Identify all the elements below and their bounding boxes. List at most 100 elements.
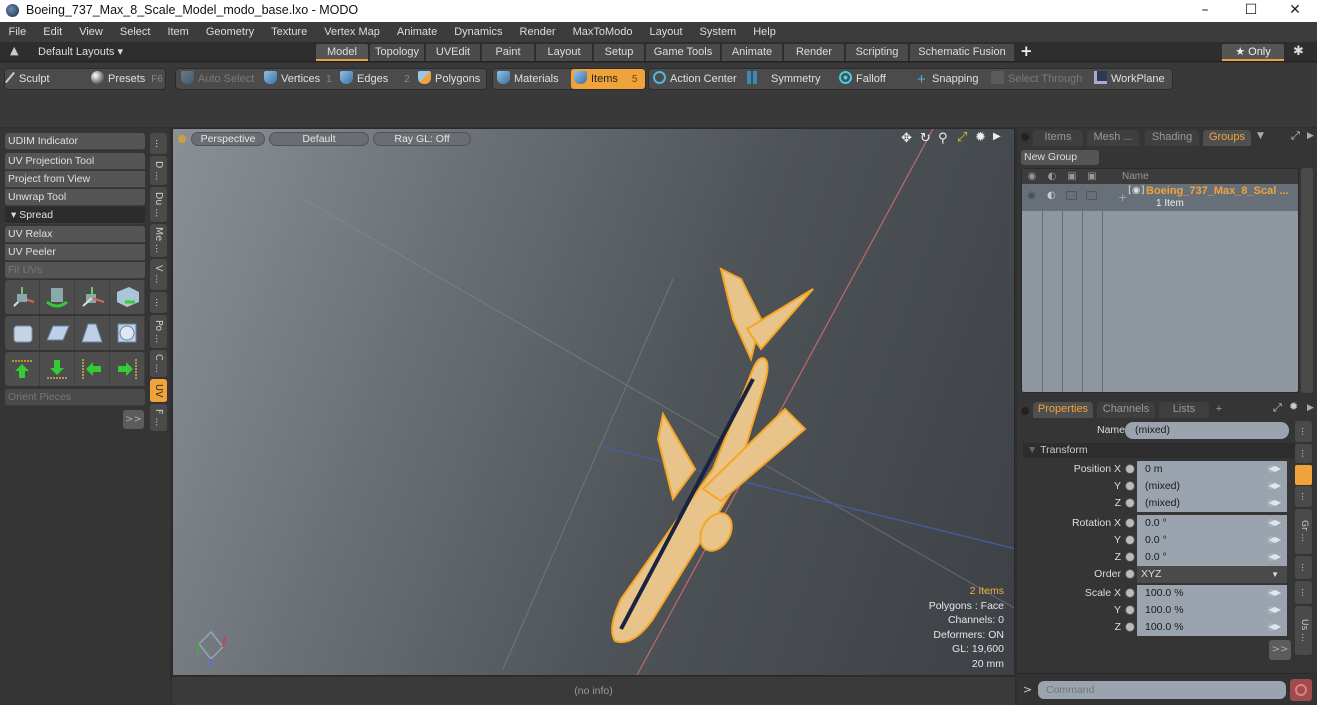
vtab-f[interactable]: F ... — [150, 404, 167, 432]
tab-properties[interactable]: Properties — [1033, 402, 1093, 418]
menu-item[interactable]: Item — [159, 26, 197, 38]
workplane-button[interactable]: WorkPlane — [1094, 69, 1165, 89]
tab-shading[interactable]: Shading — [1145, 130, 1199, 146]
drag-arrows-icon[interactable]: ◀▶ — [1269, 535, 1281, 544]
tab-model[interactable]: Model — [316, 44, 368, 61]
new-group-button[interactable]: New Group — [1021, 150, 1099, 165]
vtab-1[interactable]: ... — [150, 133, 167, 155]
tab-setup[interactable]: Setup — [594, 44, 644, 61]
vtab-v[interactable]: V ... — [150, 259, 167, 291]
rotation-z-field[interactable]: 0.0 ° — [1137, 549, 1287, 566]
prop-vtab-3[interactable]: ... — [1295, 486, 1312, 508]
menu-system[interactable]: System — [691, 26, 745, 38]
menu-vertex-map[interactable]: Vertex Map — [316, 26, 389, 38]
uv-relax-button[interactable]: UV Relax — [5, 226, 145, 243]
prop-vtab-gr[interactable]: Gr ... — [1295, 509, 1312, 555]
menu-geometry[interactable]: Geometry — [197, 26, 262, 38]
auto-select-button[interactable]: Auto Select — [181, 69, 254, 89]
raygl-button[interactable]: Ray GL: Off — [373, 132, 471, 146]
properties-options-dot[interactable] — [1021, 407, 1029, 415]
uv-projection-tool-button[interactable]: UV Projection Tool — [5, 153, 145, 170]
align-right-icon[interactable] — [110, 352, 145, 386]
menu-view[interactable]: View — [71, 26, 112, 38]
vtab-po[interactable]: Po ... — [150, 315, 167, 349]
uv-planar-projection-icon[interactable] — [40, 316, 75, 350]
spread-section-header[interactable]: ▾ Spread — [5, 207, 145, 224]
group-lock-icon[interactable] — [1066, 191, 1077, 200]
tab-animate[interactable]: Animate — [722, 44, 782, 61]
position-z-field[interactable]: (mixed) — [1137, 495, 1287, 512]
vtab-d[interactable]: D ... — [150, 156, 167, 186]
sculpt-button[interactable]: Sculpt — [5, 69, 50, 89]
align-up-icon[interactable] — [5, 352, 40, 386]
uv-move-tool-icon[interactable] — [5, 280, 40, 314]
menu-render[interactable]: Render — [511, 26, 564, 38]
maximize-button[interactable]: ☐ — [1228, 0, 1274, 22]
groups-scrollbar[interactable] — [1301, 168, 1313, 393]
tab-groups[interactable]: Groups — [1203, 130, 1251, 146]
only-filter-button[interactable]: ★ Only — [1222, 44, 1284, 61]
tab-lists[interactable]: Lists — [1159, 402, 1209, 418]
drag-arrows-icon[interactable]: ◀▶ — [1269, 518, 1281, 527]
add-tab-button[interactable]: + — [1211, 402, 1227, 418]
edges-button[interactable]: Edges 2 — [340, 69, 410, 89]
add-tab-button[interactable]: + — [1020, 42, 1033, 60]
transform-section-header[interactable]: ▼ Transform — [1023, 443, 1295, 458]
scale-z-field[interactable]: 100.0 % — [1137, 619, 1287, 636]
3d-viewport[interactable]: Perspective Default Ray GL: Off ✥ ↻ ⚲ ⤢ … — [172, 128, 1015, 676]
tab-topology[interactable]: Topology — [370, 44, 424, 61]
menu-maxtomodo[interactable]: MaxToModo — [564, 26, 641, 38]
unwrap-tool-button[interactable]: Unwrap Tool — [5, 189, 145, 206]
drag-arrows-icon[interactable]: ◀▶ — [1269, 588, 1281, 597]
drag-arrows-icon[interactable]: ◀▶ — [1269, 464, 1281, 473]
properties-settings-icon[interactable]: ✹ — [1289, 400, 1298, 413]
viewport-settings-icon[interactable]: ✹ — [975, 130, 986, 145]
gear-icon[interactable]: ✱ — [1293, 44, 1304, 59]
panel-options-dot[interactable] — [1021, 133, 1029, 141]
falloff-button[interactable]: Falloff — [839, 69, 886, 89]
position-x-field[interactable]: 0 m — [1137, 461, 1287, 478]
symmetry-button[interactable]: Symmetry — [747, 69, 821, 89]
tab-game-tools[interactable]: Game Tools — [646, 44, 720, 61]
fit-uvs-button[interactable]: Fit UVs — [5, 262, 145, 279]
pan-icon[interactable]: ✥ — [901, 131, 912, 146]
keyframe-dot[interactable] — [1125, 535, 1135, 545]
materials-button[interactable]: Materials — [497, 69, 559, 89]
polygons-button[interactable]: Polygons — [418, 69, 480, 89]
rotate-view-icon[interactable]: ↻ — [920, 131, 931, 146]
prop-vtab-1[interactable]: ... — [1295, 421, 1312, 443]
align-down-icon[interactable] — [40, 352, 75, 386]
shading-mode-button[interactable]: Default — [269, 132, 369, 146]
uv-peeler-button[interactable]: UV Peeler — [5, 244, 145, 261]
presets-button[interactable]: Presets F6 — [91, 69, 163, 89]
viewport-menu-arrow-icon[interactable]: ▶ — [993, 131, 1001, 142]
uv-cylindrical-projection-icon[interactable] — [75, 316, 110, 350]
close-button[interactable]: ✕ — [1272, 0, 1317, 22]
uv-transform-tool-icon[interactable] — [110, 280, 145, 314]
keyframe-dot[interactable] — [1125, 622, 1135, 632]
prop-vtab-us[interactable]: Us ... — [1295, 606, 1312, 656]
menu-texture[interactable]: Texture — [263, 26, 316, 38]
keyframe-dot[interactable] — [1125, 588, 1135, 598]
keyframe-dot[interactable] — [1125, 518, 1135, 528]
menu-dynamics[interactable]: Dynamics — [446, 26, 511, 38]
drag-arrows-icon[interactable]: ◀▶ — [1269, 605, 1281, 614]
lock-col-icon[interactable]: ▣ — [1062, 169, 1082, 184]
airplane-model[interactable] — [611, 267, 814, 643]
tab-scripting[interactable]: Scripting — [846, 44, 908, 61]
keyframe-dot[interactable] — [1125, 481, 1135, 491]
menu-animate[interactable]: Animate — [388, 26, 445, 38]
properties-more-button[interactable]: >> — [1269, 640, 1291, 660]
visibility-col-icon[interactable]: ◉ — [1022, 169, 1042, 184]
keyframe-dot[interactable] — [1125, 552, 1135, 562]
uv-box-projection-icon[interactable] — [5, 316, 40, 350]
properties-menu-arrow-icon[interactable]: ▶ — [1307, 403, 1314, 413]
tab-items[interactable]: Items — [1033, 130, 1083, 146]
drag-arrows-icon[interactable]: ◀▶ — [1269, 481, 1281, 490]
group-visibility-icon[interactable]: ◉ — [1027, 190, 1036, 201]
rotation-y-field[interactable]: 0.0 ° — [1137, 532, 1287, 549]
snapping-button[interactable]: + Snapping — [915, 69, 978, 89]
uv-scale-tool-icon[interactable] — [75, 280, 110, 314]
rotation-x-field[interactable]: 0.0 ° — [1137, 515, 1287, 532]
group-select-icon[interactable] — [1086, 191, 1097, 200]
